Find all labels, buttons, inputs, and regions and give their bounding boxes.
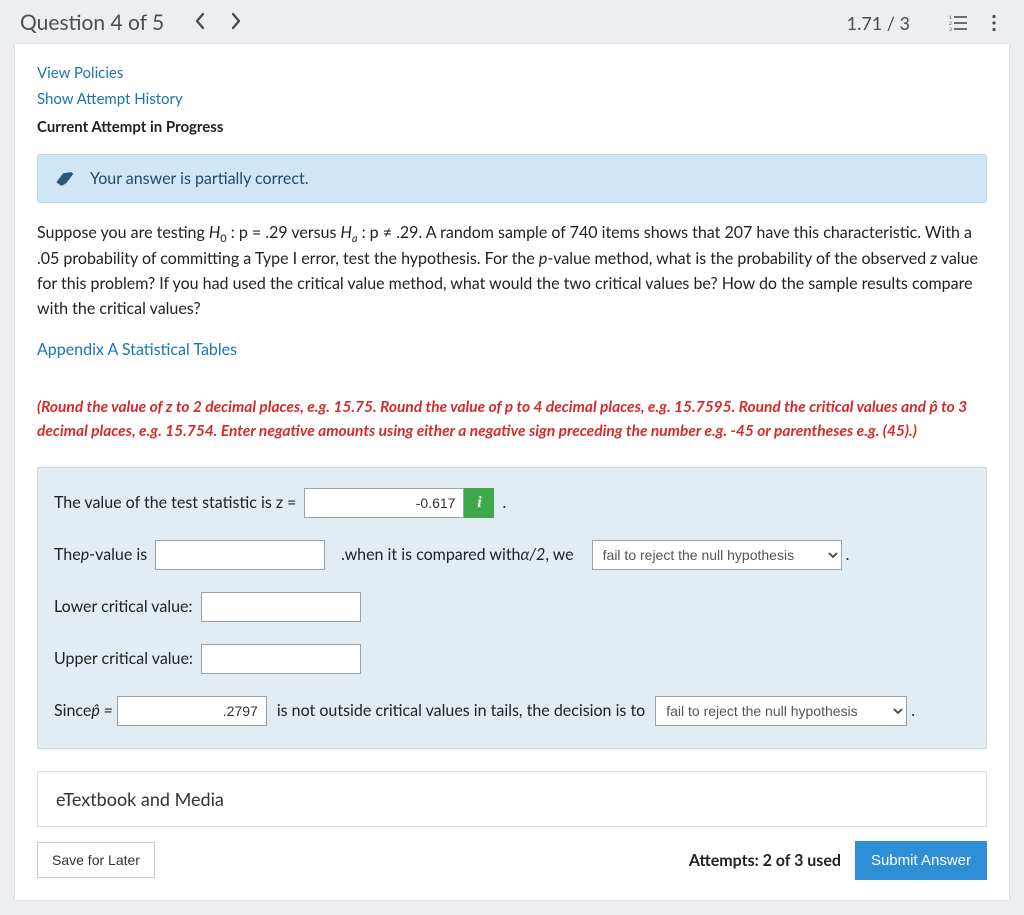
since-mid: is not outside critical values in tails,… bbox=[277, 701, 645, 720]
compare-alpha-select[interactable]: fail to reject the null hypothesis bbox=[592, 540, 842, 570]
feedback-text: Your answer is partially correct. bbox=[90, 169, 309, 188]
p-value-input[interactable] bbox=[155, 540, 325, 570]
prev-question-icon[interactable] bbox=[182, 11, 218, 35]
next-question-icon[interactable] bbox=[218, 11, 254, 35]
upper-cv-label: Upper critical value: bbox=[54, 649, 193, 668]
question-body: Suppose you are testing H0 : p = .29 ver… bbox=[15, 221, 1009, 322]
submit-answer-button[interactable]: Submit Answer bbox=[855, 841, 987, 880]
appendix-link[interactable]: Appendix A Statistical Tables bbox=[15, 322, 1009, 365]
z-label: The value of the test statistic is z = bbox=[54, 493, 296, 512]
more-options-icon[interactable] bbox=[984, 13, 1004, 33]
period: . bbox=[502, 493, 506, 512]
attempts-label: Attempts: 2 of 3 used bbox=[689, 851, 841, 870]
upper-cv-input[interactable] bbox=[201, 644, 361, 674]
question-list-icon[interactable]: 1 2 3 bbox=[948, 13, 968, 33]
partial-correct-icon bbox=[54, 171, 76, 187]
phat-input[interactable] bbox=[117, 696, 267, 726]
save-for-later-button[interactable]: Save for Later bbox=[37, 842, 155, 878]
show-attempt-history-link[interactable]: Show Attempt History bbox=[15, 86, 1009, 112]
lower-cv-label: Lower critical value: bbox=[54, 597, 193, 616]
question-title: Question 4 of 5 bbox=[20, 10, 164, 35]
decision-select[interactable]: fail to reject the null hypothesis bbox=[655, 696, 907, 726]
rounding-instructions: (Round the value of z to 2 decimal place… bbox=[15, 365, 1009, 449]
lower-cv-input[interactable] bbox=[201, 592, 361, 622]
feedback-banner: Your answer is partially correct. bbox=[37, 154, 987, 203]
svg-text:3: 3 bbox=[949, 27, 952, 31]
answer-panel: The value of the test statistic is z = i… bbox=[37, 467, 987, 749]
question-card: View Policies Show Attempt History Curre… bbox=[14, 43, 1010, 901]
score-display: 1.71 / 3 bbox=[847, 12, 910, 34]
z-value-input[interactable] bbox=[304, 488, 464, 518]
top-bar: Question 4 of 5 1.71 / 3 1 2 3 bbox=[0, 0, 1024, 43]
current-attempt-label: Current Attempt in Progress bbox=[15, 112, 1009, 140]
etextbook-media-button[interactable]: eTextbook and Media bbox=[37, 771, 987, 827]
view-policies-link[interactable]: View Policies bbox=[15, 60, 1009, 86]
info-icon[interactable]: i bbox=[464, 488, 494, 518]
